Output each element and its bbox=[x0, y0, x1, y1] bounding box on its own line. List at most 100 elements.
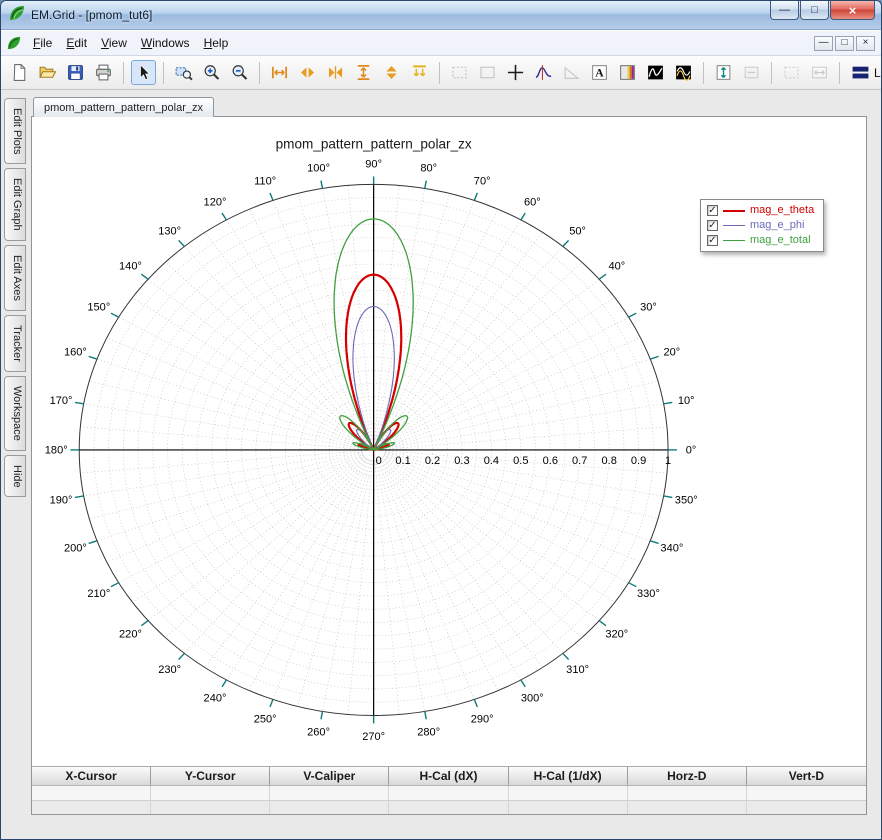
fit-width-button[interactable] bbox=[267, 60, 292, 85]
side-tab-edit-plots[interactable]: Edit Plots bbox=[4, 98, 26, 164]
mdi-restore-button[interactable]: □ bbox=[835, 36, 854, 51]
slope-tool-icon bbox=[562, 63, 581, 82]
side-tab-workspace[interactable]: Workspace bbox=[4, 376, 26, 451]
toolbar-separator bbox=[703, 62, 704, 84]
legend-checkbox-mag_e_theta[interactable]: ✓ bbox=[707, 205, 718, 216]
svg-text:110°: 110° bbox=[254, 176, 276, 188]
svg-text:0.3: 0.3 bbox=[454, 455, 469, 467]
legend-checkbox-mag_e_total[interactable]: ✓ bbox=[707, 235, 718, 246]
colormap-tool-icon bbox=[618, 63, 637, 82]
waveform-tool-icon bbox=[646, 63, 665, 82]
readout-col-header: Vert-D bbox=[747, 767, 866, 786]
svg-text:0.6: 0.6 bbox=[543, 455, 558, 467]
menu-help[interactable]: Help bbox=[197, 34, 236, 52]
zoom-in-icon bbox=[202, 63, 221, 82]
readout-cell bbox=[747, 801, 866, 814]
readout-col-header: V-Caliper bbox=[270, 767, 389, 786]
side-tab-hide[interactable]: Hide bbox=[4, 455, 26, 498]
side-tab-strip: Edit Plots Edit Graph Edit Axes Tracker Work… bbox=[1, 90, 29, 839]
readout-cell bbox=[270, 801, 389, 814]
svg-text:40°: 40° bbox=[608, 261, 625, 273]
readout-cell bbox=[628, 801, 747, 814]
colormap-tool-button[interactable] bbox=[615, 60, 640, 85]
layout-button[interactable]: Layout bbox=[847, 60, 881, 85]
menu-view[interactable]: View bbox=[94, 34, 134, 52]
svg-text:350°: 350° bbox=[675, 494, 698, 506]
minimize-button[interactable]: — bbox=[770, 1, 799, 20]
maximize-button[interactable]: □ bbox=[800, 1, 829, 20]
svg-text:240°: 240° bbox=[204, 693, 227, 705]
mdi-close-button[interactable]: × bbox=[856, 36, 875, 51]
zoom-window-button[interactable] bbox=[171, 60, 196, 85]
legend-entry: ✓ mag_e_phi bbox=[707, 220, 814, 231]
new-document-button[interactable] bbox=[7, 60, 32, 85]
readout-cell bbox=[32, 786, 151, 801]
fit-y-axis-button[interactable] bbox=[711, 60, 736, 85]
svg-text:10°: 10° bbox=[678, 395, 695, 407]
legend-label: mag_e_phi bbox=[750, 220, 804, 231]
pointer-tool-button[interactable] bbox=[131, 60, 156, 85]
app-window: EM.Grid - [pmom_tut6] — □ × FileEditView… bbox=[0, 0, 882, 840]
print-button[interactable] bbox=[91, 60, 116, 85]
document-tab[interactable]: pmom_pattern_pattern_polar_zx bbox=[33, 97, 214, 117]
select-box-button bbox=[779, 60, 804, 85]
autoscale-y-button[interactable] bbox=[407, 60, 432, 85]
svg-text:200°: 200° bbox=[64, 543, 87, 555]
text-tool-button[interactable]: A bbox=[587, 60, 612, 85]
toolbar-separator bbox=[123, 62, 124, 84]
mdi-minimize-button[interactable]: — bbox=[814, 36, 833, 51]
legend-entry: ✓ mag_e_total bbox=[707, 235, 814, 246]
pan-y-button[interactable] bbox=[379, 60, 404, 85]
side-tab-edit-graph[interactable]: Edit Graph bbox=[4, 168, 26, 241]
readout-cell bbox=[509, 801, 628, 814]
plot-area[interactable]: 0°10°20°30°40°50°60°70°80°90°100°110°120… bbox=[32, 117, 866, 766]
titlebar[interactable]: EM.Grid - [pmom_tut6] — □ × bbox=[1, 1, 881, 30]
svg-text:270°: 270° bbox=[362, 731, 385, 743]
fit-height-button[interactable] bbox=[351, 60, 376, 85]
layout-label: Layout bbox=[874, 66, 881, 80]
crosshair-tool-button[interactable] bbox=[503, 60, 528, 85]
svg-text:100°: 100° bbox=[307, 163, 330, 175]
toolbar-separator bbox=[839, 62, 840, 84]
zoom-out-button[interactable] bbox=[227, 60, 252, 85]
zoom-in-button[interactable] bbox=[199, 60, 224, 85]
menu-file[interactable]: File bbox=[26, 34, 59, 52]
save-icon bbox=[66, 63, 85, 82]
waveform2-tool-icon bbox=[674, 63, 693, 82]
readout-col-header: H-Cal (1/dX) bbox=[509, 767, 628, 786]
svg-text:1: 1 bbox=[665, 455, 671, 467]
tracker-tool-icon bbox=[534, 63, 553, 82]
side-tab-edit-axes[interactable]: Edit Axes bbox=[4, 245, 26, 311]
svg-text:250°: 250° bbox=[254, 714, 277, 726]
pan-x-button[interactable] bbox=[295, 60, 320, 85]
svg-text:260°: 260° bbox=[307, 727, 330, 739]
toolbar-separator bbox=[259, 62, 260, 84]
svg-text:320°: 320° bbox=[605, 629, 628, 641]
readout-cell bbox=[509, 786, 628, 801]
waveform-tool-button[interactable] bbox=[643, 60, 668, 85]
readout-col-header: Horz-D bbox=[628, 767, 747, 786]
legend-label: mag_e_total bbox=[750, 235, 811, 246]
tracker-tool-button[interactable] bbox=[531, 60, 556, 85]
legend: ✓mag_e_theta✓mag_e_phi✓mag_e_total bbox=[700, 199, 824, 252]
legend-entry: ✓mag_e_theta bbox=[707, 205, 814, 216]
rectangle-tool-button bbox=[475, 60, 500, 85]
side-tab-tracker[interactable]: Tracker bbox=[4, 315, 26, 372]
legend-checkbox-mag_e_phi[interactable]: ✓ bbox=[707, 220, 718, 231]
svg-text:150°: 150° bbox=[87, 302, 110, 314]
pan-x-icon bbox=[298, 63, 317, 82]
center-x-button[interactable] bbox=[323, 60, 348, 85]
svg-text:30°: 30° bbox=[640, 302, 657, 314]
svg-text:220°: 220° bbox=[119, 629, 142, 641]
pointer-tool-icon bbox=[134, 63, 153, 82]
svg-text:120°: 120° bbox=[204, 197, 227, 209]
menu-windows[interactable]: Windows bbox=[134, 34, 197, 52]
close-button[interactable]: × bbox=[830, 1, 875, 20]
menu-edit[interactable]: Edit bbox=[59, 34, 94, 52]
open-file-button[interactable] bbox=[35, 60, 60, 85]
save-button[interactable] bbox=[63, 60, 88, 85]
waveform2-tool-button[interactable] bbox=[671, 60, 696, 85]
chart-title: pmom_pattern_pattern_polar_zx bbox=[276, 137, 472, 152]
svg-text:310°: 310° bbox=[566, 664, 589, 676]
svg-text:180°: 180° bbox=[45, 445, 68, 457]
